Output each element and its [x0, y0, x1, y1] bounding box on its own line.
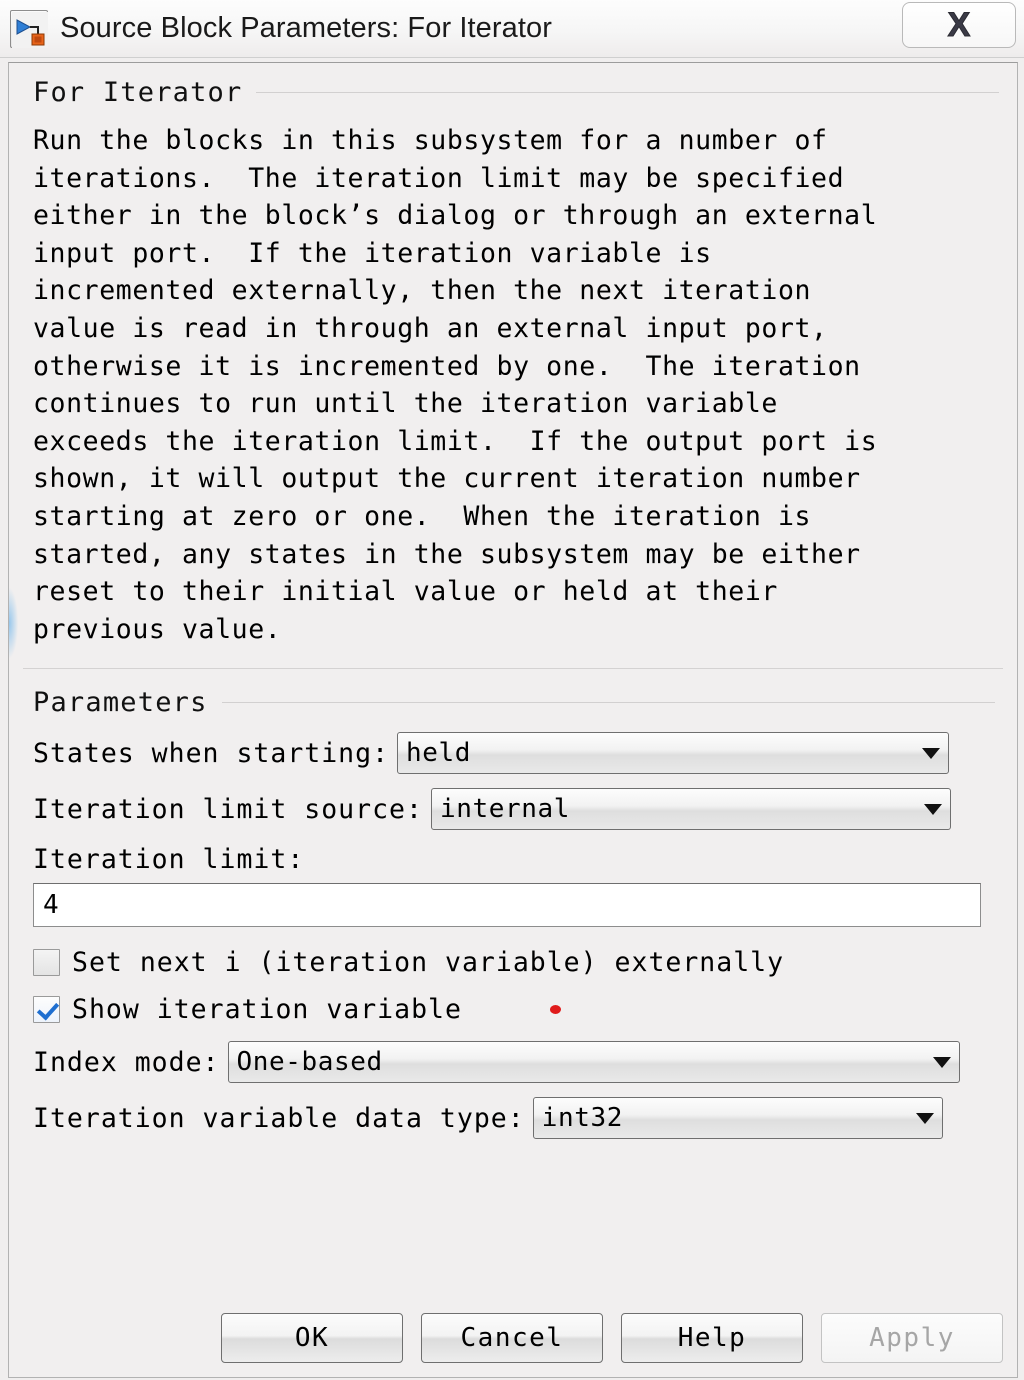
set-next-i-externally-checkbox-row[interactable]: Set next i (iteration variable) external… — [33, 947, 995, 978]
show-iteration-variable-checkbox-row[interactable]: Show iteration variable — [33, 994, 995, 1025]
iteration-variable-data-type-row: Iteration variable data type: int32 — [33, 1097, 995, 1140]
parameters-heading-rule — [221, 702, 995, 704]
chevron-down-icon — [916, 803, 950, 815]
parameters-heading: Parameters — [33, 687, 208, 719]
index-mode-select[interactable]: One-based — [227, 1041, 960, 1084]
chevron-down-icon — [925, 1056, 959, 1068]
simulink-block-icon — [10, 9, 48, 48]
checkbox-checked-icon — [33, 996, 60, 1024]
chevron-down-icon — [914, 747, 948, 759]
cancel-button[interactable]: Cancel — [421, 1313, 603, 1363]
set-next-i-externally-label: Set next i (iteration variable) external… — [72, 947, 785, 979]
dialog-panel: For Iterator Run the blocks in this subs… — [8, 62, 1018, 1378]
cursor-marker-icon — [550, 1005, 561, 1015]
description-area: For Iterator Run the blocks in this subs… — [9, 63, 1017, 654]
description-text: Run the blocks in this subsystem for a n… — [33, 125, 878, 645]
iteration-variable-data-type-label: Iteration variable data type: — [33, 1102, 525, 1134]
source-block-parameters-dialog: Source Block Parameters: For Iterator X … — [0, 0, 1024, 1380]
iteration-limit-input[interactable]: 4 — [33, 883, 981, 928]
iteration-limit-value: 4 — [43, 890, 60, 921]
close-icon: X — [947, 6, 971, 44]
index-mode-row: Index mode: One-based — [33, 1041, 995, 1084]
iteration-variable-data-type-value: int32 — [541, 1103, 623, 1134]
parameters-section: Parameters States when starting: held It… — [9, 669, 1017, 1313]
iteration-limit-source-label: Iteration limit source: — [33, 793, 423, 825]
iteration-limit-source-select[interactable]: internal — [430, 788, 951, 831]
description-heading: For Iterator — [33, 77, 243, 108]
states-when-starting-select[interactable]: held — [397, 732, 950, 775]
index-mode-value: One-based — [236, 1047, 383, 1078]
ok-button[interactable]: OK — [221, 1313, 403, 1363]
title-bar: Source Block Parameters: For Iterator X — [0, 0, 1024, 58]
window-title: Source Block Parameters: For Iterator — [60, 12, 553, 44]
iteration-variable-data-type-select[interactable]: int32 — [532, 1097, 943, 1140]
dialog-button-bar: OK Cancel Help Apply — [9, 1313, 1017, 1377]
iteration-limit-source-row: Iteration limit source: internal — [33, 788, 995, 831]
description-heading-row: For Iterator — [33, 77, 999, 108]
chevron-down-icon — [908, 1112, 942, 1124]
checkbox-icon — [33, 949, 60, 977]
iteration-limit-label: Iteration limit: — [33, 844, 305, 876]
close-button[interactable]: X — [902, 2, 1016, 48]
parameters-heading-row: Parameters — [33, 687, 995, 718]
help-button[interactable]: Help — [621, 1313, 803, 1363]
states-when-starting-row: States when starting: held — [33, 732, 995, 775]
index-mode-label: Index mode: — [33, 1046, 220, 1078]
iteration-limit-source-value: internal — [439, 794, 570, 825]
show-iteration-variable-label: Show iteration variable — [72, 994, 462, 1026]
apply-button: Apply — [821, 1313, 1003, 1363]
heading-rule — [256, 92, 999, 93]
states-when-starting-value: held — [406, 738, 472, 769]
states-when-starting-label: States when starting: — [33, 737, 390, 769]
